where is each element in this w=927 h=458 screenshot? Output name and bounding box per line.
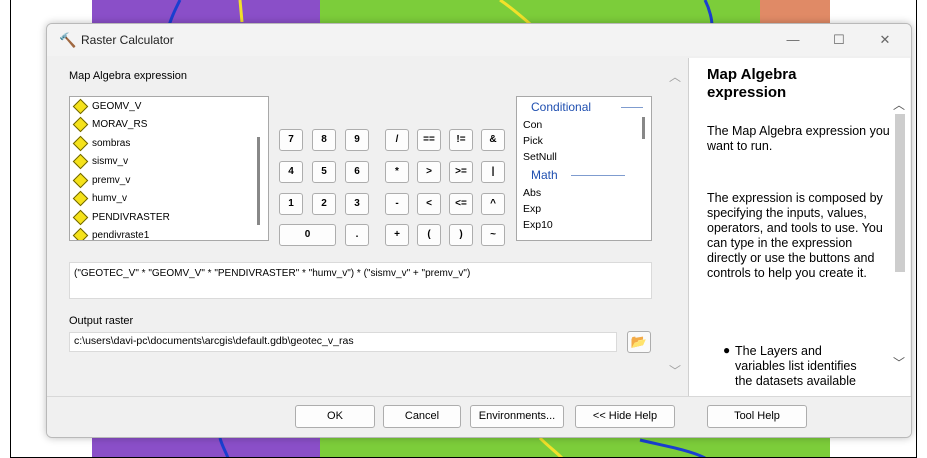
hide-help-button[interactable]: << Hide Help: [575, 405, 675, 428]
bullet-icon: ●: [723, 343, 731, 357]
layers-list[interactable]: GEOMV_V MORAV_RS sombras sismv_v premv_v…: [69, 96, 269, 241]
tool-item-con[interactable]: Con: [517, 117, 651, 133]
help-bullet: The Layers and variables list identifies…: [735, 344, 857, 388]
key-close-paren[interactable]: ): [449, 224, 473, 246]
raster-calculator-dialog: 🔨 Raster Calculator — ☐ ✕ Map Algebra ex…: [46, 23, 912, 438]
key-6[interactable]: 6: [345, 161, 369, 183]
help-title: Map Algebra expression: [707, 66, 797, 101]
title-bar[interactable]: 🔨 Raster Calculator — ☐ ✕: [47, 24, 911, 56]
key-and[interactable]: &: [481, 129, 505, 151]
key-7[interactable]: 7: [279, 129, 303, 151]
help-paragraph-2: The expression is composed by specifying…: [707, 191, 883, 280]
list-item[interactable]: humv_v: [70, 190, 268, 209]
map-algebra-label: Map Algebra expression: [69, 70, 188, 82]
key-or[interactable]: |: [481, 161, 505, 183]
close-button[interactable]: ✕: [865, 28, 905, 52]
key-9[interactable]: 9: [345, 129, 369, 151]
key-3[interactable]: 3: [345, 193, 369, 215]
raster-layer-icon: [72, 98, 89, 115]
list-item[interactable]: GEOMV_V: [70, 97, 268, 116]
key-minus[interactable]: -: [385, 193, 409, 215]
dialog-buttons: OK Cancel Environments... << Hide Help T…: [47, 396, 911, 437]
raster-layer-icon: [72, 153, 89, 170]
help-scroll-down-icon[interactable]: ﹀: [893, 354, 905, 371]
key-xor[interactable]: ^: [481, 193, 505, 215]
key-not[interactable]: ~: [481, 224, 505, 246]
ok-button[interactable]: OK: [295, 405, 375, 428]
raster-layer-icon: [72, 227, 89, 240]
layers-scrollbar[interactable]: [257, 137, 260, 225]
key-divide[interactable]: /: [385, 129, 409, 151]
help-scroll-up-icon[interactable]: ︿: [893, 96, 905, 113]
list-item[interactable]: PENDIVRASTER: [70, 208, 268, 227]
key-multiply[interactable]: *: [385, 161, 409, 183]
key-plus[interactable]: +: [385, 224, 409, 246]
list-item[interactable]: pendivraste1: [70, 227, 268, 240]
tool-help-button[interactable]: Tool Help: [707, 405, 807, 428]
key-less[interactable]: <: [417, 193, 441, 215]
expression-input[interactable]: ("GEOTEC_V" * "GEOMV_V" * "PENDIVRASTER"…: [69, 262, 652, 299]
window-title: Raster Calculator: [81, 33, 174, 47]
key-greater[interactable]: >: [417, 161, 441, 183]
scroll-down-icon[interactable]: ﹀: [669, 362, 681, 379]
key-2[interactable]: 2: [312, 193, 336, 215]
key-open-paren[interactable]: (: [417, 224, 441, 246]
tool-item-abs[interactable]: Abs: [517, 185, 651, 201]
tool-parameters-pane: Map Algebra expression GEOMV_V MORAV_RS …: [47, 56, 688, 396]
tool-item-pick[interactable]: Pick: [517, 133, 651, 149]
raster-layer-icon: [72, 172, 89, 189]
raster-layer-icon: [72, 190, 89, 207]
list-item[interactable]: MORAV_RS: [70, 116, 268, 135]
output-raster-label: Output raster: [69, 315, 134, 327]
key-5[interactable]: 5: [312, 161, 336, 183]
help-scrollbar[interactable]: [895, 114, 905, 272]
maximize-button[interactable]: ☐: [819, 28, 859, 52]
key-8[interactable]: 8: [312, 129, 336, 151]
environments-button[interactable]: Environments...: [470, 405, 564, 428]
tools-list[interactable]: Conditional Con Pick SetNull Math Abs Ex…: [516, 96, 652, 241]
help-paragraph-1: The Map Algebra expression you want to r…: [707, 124, 890, 153]
key-0[interactable]: 0: [279, 224, 336, 246]
list-item[interactable]: sombras: [70, 134, 268, 153]
key-4[interactable]: 4: [279, 161, 303, 183]
key-equal[interactable]: ==: [417, 129, 441, 151]
tool-item-exp[interactable]: Exp: [517, 201, 651, 217]
cancel-button[interactable]: Cancel: [383, 405, 461, 428]
key-1[interactable]: 1: [279, 193, 303, 215]
list-item[interactable]: sismv_v: [70, 153, 268, 172]
tool-item-setnull[interactable]: SetNull: [517, 149, 651, 165]
category-conditional[interactable]: Conditional: [517, 97, 651, 117]
list-item[interactable]: premv_v: [70, 171, 268, 190]
key-greater-equal[interactable]: >=: [449, 161, 473, 183]
category-math[interactable]: Math: [517, 165, 651, 185]
output-raster-input[interactable]: c:\users\davi-pc\documents\arcgis\defaul…: [69, 332, 617, 352]
raster-layer-icon: [72, 116, 89, 133]
minimize-button[interactable]: —: [773, 28, 813, 52]
key-not-equal[interactable]: !=: [449, 129, 473, 151]
tool-item-exp10[interactable]: Exp10: [517, 217, 651, 233]
scroll-up-icon[interactable]: ︿: [669, 68, 681, 85]
tools-scrollbar[interactable]: [642, 117, 645, 139]
browse-folder-button[interactable]: 📂: [627, 331, 651, 353]
hammer-icon: 🔨: [59, 32, 77, 48]
key-less-equal[interactable]: <=: [449, 193, 473, 215]
help-pane: Map Algebra expression The Map Algebra e…: [688, 58, 910, 396]
raster-layer-icon: [72, 135, 89, 152]
folder-icon: 📂: [630, 334, 648, 349]
raster-layer-icon: [72, 209, 89, 226]
key-decimal[interactable]: .: [345, 224, 369, 246]
